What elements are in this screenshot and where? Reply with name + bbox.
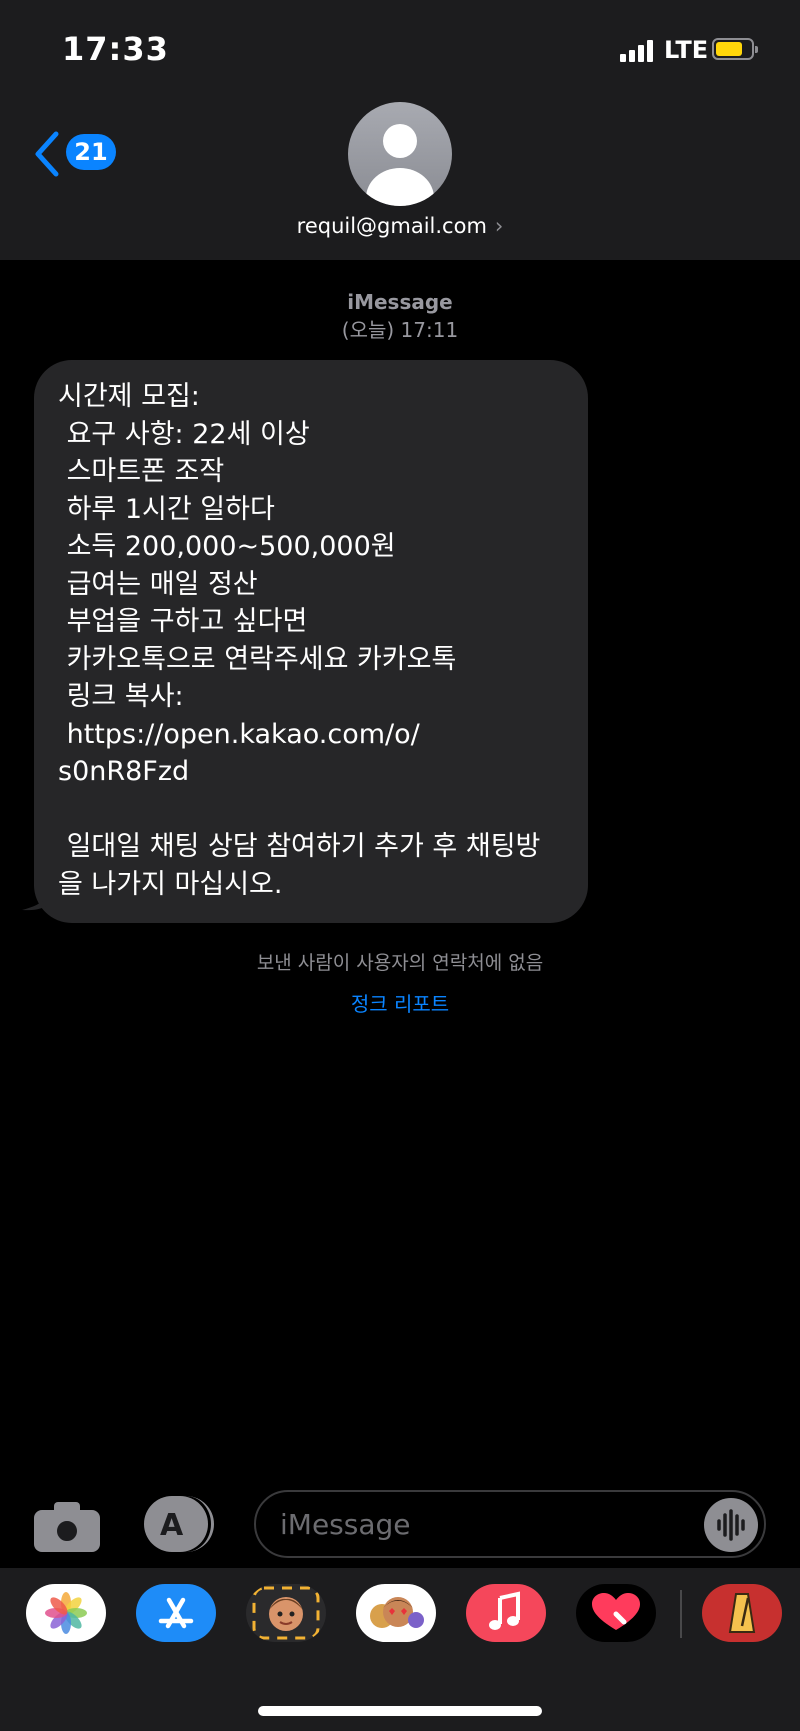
apps-button[interactable]: A: [144, 1496, 214, 1552]
waveform-icon: [717, 1509, 745, 1541]
chevron-left-icon: [35, 131, 59, 177]
memoji-stickers-app-icon[interactable]: [356, 1584, 436, 1642]
message-service-header: iMessage (오늘) 17:11: [0, 288, 800, 344]
conversation-header: 17:33 LTE 21 requil@gmail.com ›: [0, 0, 800, 260]
unread-count-badge: 21: [66, 134, 116, 170]
report-junk-link[interactable]: 정크 리포트: [0, 988, 800, 1017]
tray-divider: [680, 1590, 682, 1638]
contact-avatar[interactable]: [348, 102, 452, 206]
digital-touch-app-icon[interactable]: [576, 1584, 656, 1642]
home-indicator[interactable]: [258, 1706, 542, 1716]
service-label: iMessage: [347, 290, 453, 314]
cellular-signal-icon: [620, 40, 654, 62]
memoji-app-icon[interactable]: [246, 1584, 326, 1642]
contact-name: requil@gmail.com: [296, 214, 487, 238]
audio-message-button[interactable]: [704, 1498, 758, 1552]
message-timestamp: (오늘) 17:11: [341, 318, 459, 342]
network-type: LTE: [664, 36, 709, 64]
received-message-bubble[interactable]: 시간제 모집: 요구 사항: 22세 이상 스마트폰 조작 하루 1시간 일하다…: [34, 360, 588, 923]
message-input[interactable]: iMessage: [254, 1490, 766, 1558]
battery-icon: [712, 38, 758, 60]
app-store-icon: A: [160, 1508, 184, 1543]
metronome-app-icon[interactable]: [702, 1584, 782, 1642]
unknown-sender-note: 보낸 사람이 사용자의 연락처에 없음: [256, 952, 544, 974]
message-input-placeholder: iMessage: [280, 1508, 411, 1541]
music-app-icon[interactable]: [466, 1584, 546, 1642]
bubble-tail: [22, 880, 54, 911]
contact-name-button[interactable]: requil@gmail.com ›: [0, 214, 800, 238]
photos-app-icon[interactable]: [26, 1584, 106, 1642]
app-store-app-icon[interactable]: [136, 1584, 216, 1642]
app-drawer: [0, 1568, 800, 1731]
chevron-right-icon: ›: [494, 214, 504, 238]
status-time: 17:33: [62, 30, 169, 68]
camera-button[interactable]: [34, 1500, 100, 1552]
back-button[interactable]: 21: [30, 128, 120, 178]
